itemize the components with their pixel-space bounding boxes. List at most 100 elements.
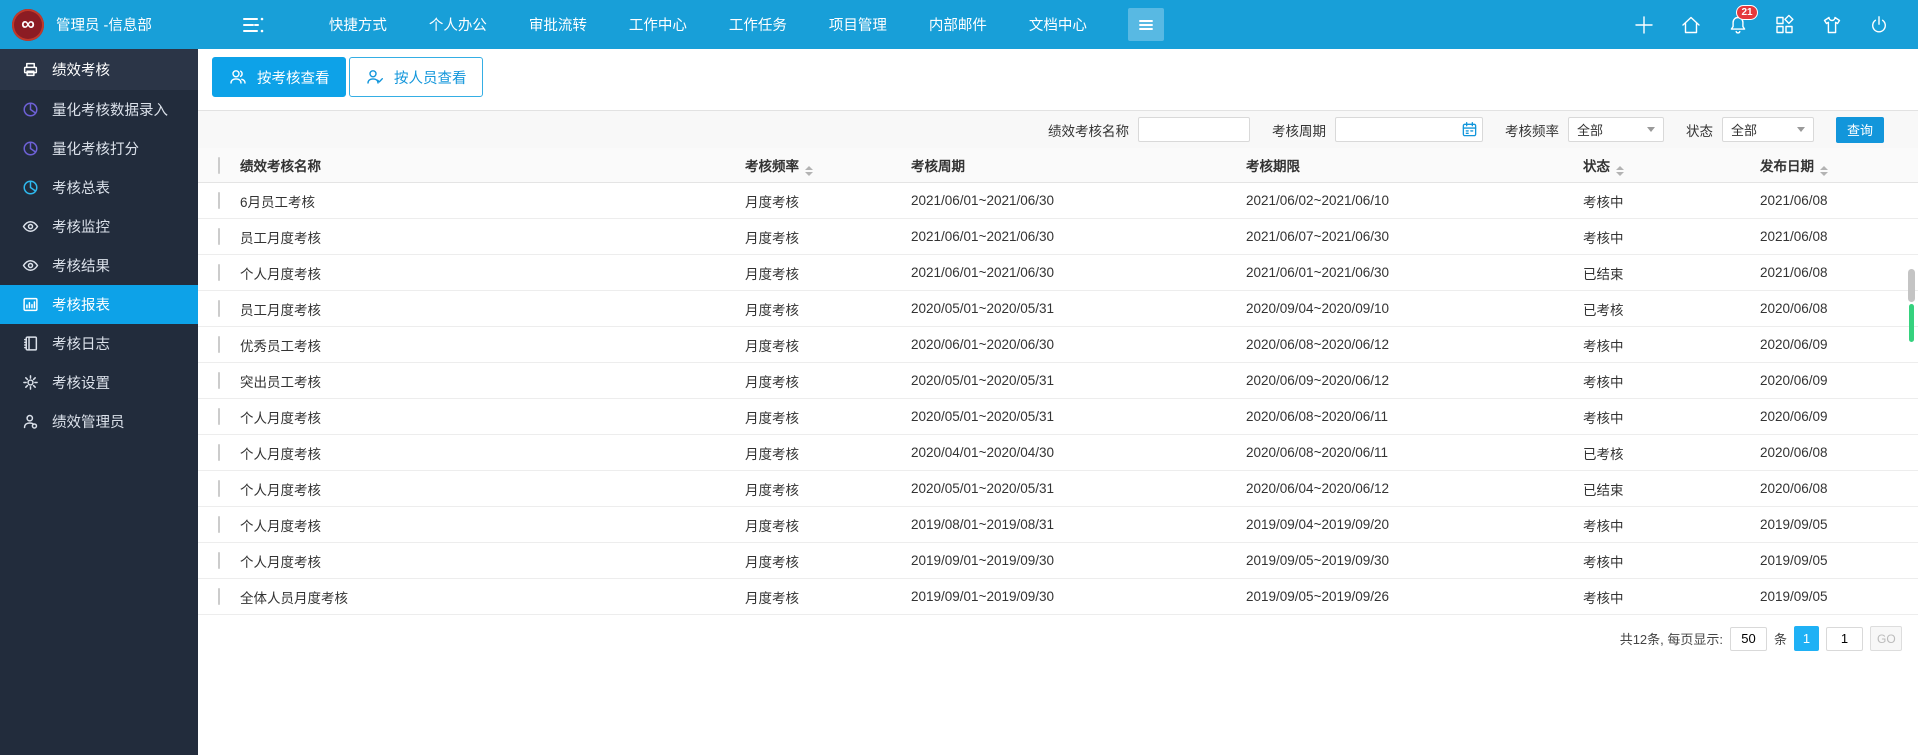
menu-item-3[interactable]: 审批流转 bbox=[508, 0, 608, 49]
sidebar-item-3[interactable]: 量化考核打分 bbox=[0, 129, 198, 168]
sort-icon[interactable] bbox=[1820, 166, 1828, 176]
cell-name: 个人月度考核 bbox=[240, 443, 745, 463]
table-row[interactable]: 全体人员月度考核月度考核2019/09/01~2019/09/302019/09… bbox=[198, 579, 1918, 615]
row-checkbox[interactable] bbox=[218, 444, 220, 461]
row-checkbox[interactable] bbox=[218, 300, 220, 317]
row-checkbox[interactable] bbox=[218, 516, 220, 533]
cell-status: 考核中 bbox=[1583, 515, 1760, 535]
calendar-icon[interactable] bbox=[1461, 121, 1478, 138]
theme-shirt-icon[interactable] bbox=[1821, 14, 1843, 36]
log-icon bbox=[22, 335, 39, 352]
sidebar-item-1[interactable]: 绩效考核 bbox=[0, 49, 198, 90]
menu-item-8[interactable]: 文档中心 bbox=[1008, 0, 1108, 49]
column-header-5: 状态 bbox=[1583, 155, 1760, 176]
cell-published: 2019/09/05 bbox=[1760, 517, 1918, 532]
more-menu-button[interactable] bbox=[1128, 8, 1164, 41]
menu-item-4[interactable]: 工作中心 bbox=[608, 0, 708, 49]
tab-by-person[interactable]: 按人员查看 bbox=[349, 57, 483, 97]
row-checkbox[interactable] bbox=[218, 372, 220, 389]
scrollbar-thumb[interactable] bbox=[1908, 269, 1915, 302]
sidebar-item-9[interactable]: 考核设置 bbox=[0, 363, 198, 402]
cell-name: 员工月度考核 bbox=[240, 227, 745, 247]
cell-period: 2021/06/01~2021/06/30 bbox=[911, 229, 1246, 244]
sort-icon[interactable] bbox=[805, 166, 813, 176]
row-checkbox[interactable] bbox=[218, 336, 220, 353]
power-logout-icon[interactable] bbox=[1868, 14, 1890, 36]
table-header-row: 绩效考核名称考核频率考核周期考核期限状态发布日期 bbox=[198, 148, 1918, 183]
row-checkbox[interactable] bbox=[218, 192, 220, 209]
status-select-value: 全部 bbox=[1731, 120, 1757, 139]
app-logo[interactable]: ∞ bbox=[12, 9, 44, 41]
cell-status: 考核中 bbox=[1583, 335, 1760, 355]
table-row[interactable]: 个人月度考核月度考核2020/05/01~2020/05/312020/06/0… bbox=[198, 471, 1918, 507]
table-row[interactable]: 个人月度考核月度考核2019/08/01~2019/08/312019/09/0… bbox=[198, 507, 1918, 543]
table-row[interactable]: 个人月度考核月度考核2020/05/01~2020/05/312020/06/0… bbox=[198, 399, 1918, 435]
table-row[interactable]: 员工月度考核月度考核2021/06/01~2021/06/302021/06/0… bbox=[198, 219, 1918, 255]
table-row[interactable]: 个人月度考核月度考核2021/06/01~2021/06/302021/06/0… bbox=[198, 255, 1918, 291]
vertical-scrollbar[interactable] bbox=[1908, 269, 1915, 342]
sidebar-item-7[interactable]: 考核报表 bbox=[0, 285, 198, 324]
row-checkbox[interactable] bbox=[218, 480, 220, 497]
menu-item-7[interactable]: 内部邮件 bbox=[908, 0, 1008, 49]
sort-icon[interactable] bbox=[1616, 166, 1624, 176]
page-1-button[interactable]: 1 bbox=[1794, 626, 1819, 651]
row-checkbox[interactable] bbox=[218, 264, 220, 281]
frequency-select[interactable]: 全部 bbox=[1568, 117, 1664, 142]
filter-period-label: 考核周期 bbox=[1272, 120, 1326, 140]
notifications-bell-icon[interactable]: 21 bbox=[1727, 14, 1749, 36]
cell-term: 2020/06/04~2020/06/12 bbox=[1246, 481, 1583, 496]
cell-period: 2020/05/01~2020/05/31 bbox=[911, 409, 1246, 424]
sidebar-item-10[interactable]: 绩效管理员 bbox=[0, 402, 198, 441]
menu-item-1[interactable]: 快捷方式 bbox=[308, 0, 408, 49]
status-select[interactable]: 全部 bbox=[1722, 117, 1814, 142]
table-row[interactable]: 个人月度考核月度考核2019/09/01~2019/09/302019/09/0… bbox=[198, 543, 1918, 579]
cell-frequency: 月度考核 bbox=[745, 227, 911, 247]
select-all-checkbox[interactable] bbox=[218, 157, 220, 174]
column-header-6: 发布日期 bbox=[1760, 155, 1918, 176]
table-row[interactable]: 员工月度考核月度考核2020/05/01~2020/05/312020/09/0… bbox=[198, 291, 1918, 327]
eye-icon bbox=[22, 218, 39, 235]
sidebar-item-label: 考核总表 bbox=[52, 177, 110, 198]
tab-by-assessment[interactable]: 按考核查看 bbox=[212, 57, 346, 97]
column-header-1: 绩效考核名称 bbox=[240, 155, 745, 175]
row-checkbox-cell bbox=[198, 337, 240, 352]
row-checkbox[interactable] bbox=[218, 228, 220, 245]
cell-frequency: 月度考核 bbox=[745, 371, 911, 391]
table-row[interactable]: 个人月度考核月度考核2020/04/01~2020/04/302020/06/0… bbox=[198, 435, 1918, 471]
cell-name: 优秀员工考核 bbox=[240, 335, 745, 355]
pagination-total-label: 共12条, 每页显示: bbox=[1620, 629, 1723, 648]
menu-item-2[interactable]: 个人办公 bbox=[408, 0, 508, 49]
apps-grid-icon[interactable] bbox=[1774, 14, 1796, 36]
page-size-input[interactable] bbox=[1730, 627, 1767, 651]
table-row[interactable]: 突出员工考核月度考核2020/05/01~2020/05/312020/06/0… bbox=[198, 363, 1918, 399]
row-checkbox[interactable] bbox=[218, 408, 220, 425]
sidebar-item-8[interactable]: 考核日志 bbox=[0, 324, 198, 363]
sidebar-item-2[interactable]: 量化考核数据录入 bbox=[0, 90, 198, 129]
search-button[interactable]: 查询 bbox=[1836, 117, 1884, 143]
row-checkbox[interactable] bbox=[218, 552, 220, 569]
home-icon[interactable] bbox=[1680, 14, 1702, 36]
add-icon[interactable] bbox=[1633, 14, 1655, 36]
cell-status: 已结束 bbox=[1583, 263, 1760, 283]
topbar: ∞ 管理员 -信息部 快捷方式个人办公审批流转工作中心工作任务项目管理内部邮件文… bbox=[0, 0, 1918, 49]
table-row[interactable]: 6月员工考核月度考核2021/06/01~2021/06/302021/06/0… bbox=[198, 183, 1918, 219]
menu-item-5[interactable]: 工作任务 bbox=[708, 0, 808, 49]
notification-badge: 21 bbox=[1736, 5, 1758, 20]
go-button[interactable]: GO bbox=[1870, 626, 1902, 651]
cell-term: 2021/06/07~2021/06/30 bbox=[1246, 229, 1583, 244]
goto-page-input[interactable] bbox=[1826, 627, 1863, 651]
sidebar-item-4[interactable]: 考核总表 bbox=[0, 168, 198, 207]
menu-collapse-icon[interactable] bbox=[240, 14, 266, 36]
filter-name-label: 绩效考核名称 bbox=[1048, 120, 1129, 140]
column-header-label: 状态 bbox=[1583, 159, 1610, 174]
sidebar-item-5[interactable]: 考核监控 bbox=[0, 207, 198, 246]
assessment-name-input[interactable] bbox=[1138, 117, 1250, 142]
row-checkbox[interactable] bbox=[218, 588, 220, 605]
cell-period: 2021/06/01~2021/06/30 bbox=[911, 265, 1246, 280]
filter-bar: 绩效考核名称 考核周期 考核频率 全部 状态 全部 查询 bbox=[198, 110, 1918, 148]
menu-item-6[interactable]: 项目管理 bbox=[808, 0, 908, 49]
cell-name: 个人月度考核 bbox=[240, 551, 745, 571]
row-checkbox-cell bbox=[198, 517, 240, 532]
sidebar-item-6[interactable]: 考核结果 bbox=[0, 246, 198, 285]
table-row[interactable]: 优秀员工考核月度考核2020/06/01~2020/06/302020/06/0… bbox=[198, 327, 1918, 363]
